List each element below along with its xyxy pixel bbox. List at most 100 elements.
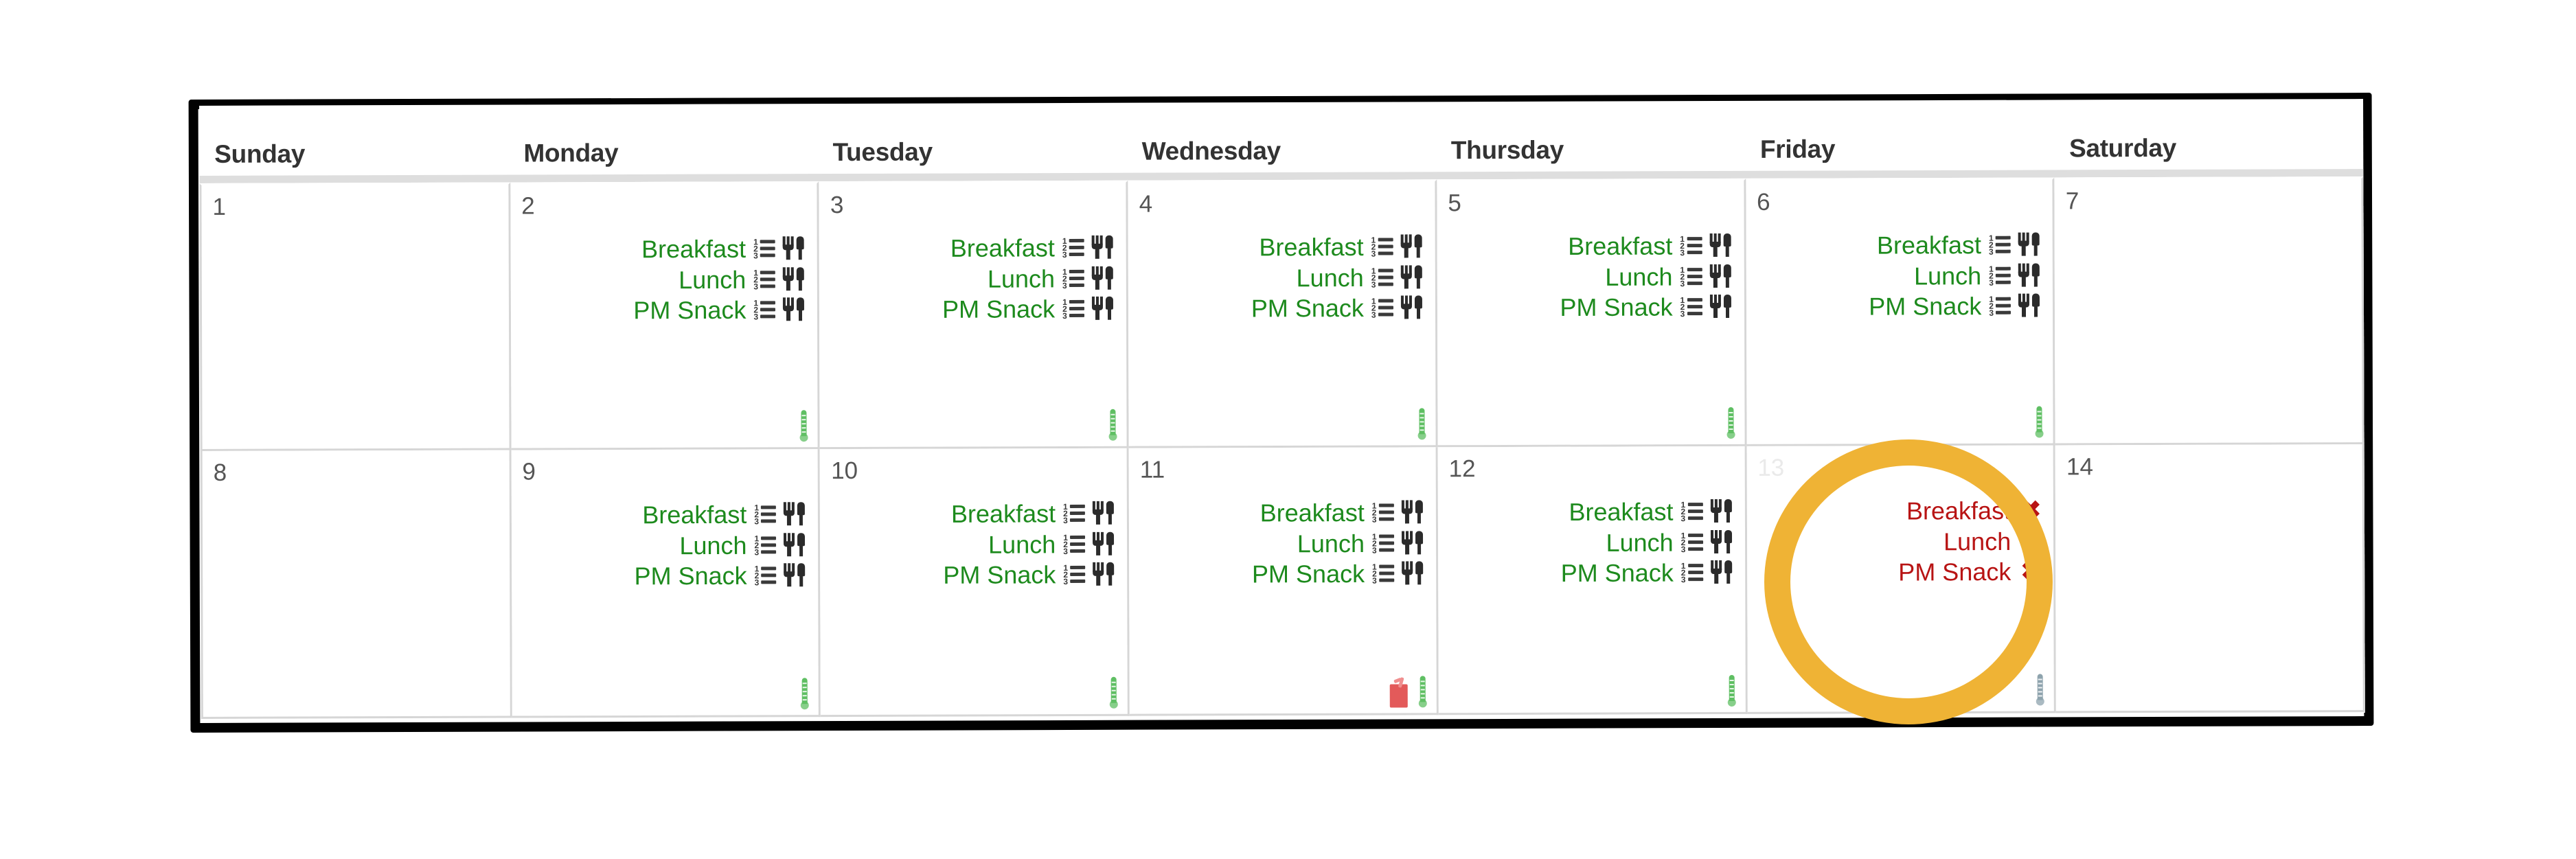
ordered-list-icon[interactable]: 123 [1062, 267, 1085, 290]
meal-entry-breakfast[interactable]: Breakfast 1 2 3 [943, 498, 1115, 529]
meal-entry-breakfast[interactable]: Breakfast 1 2 3 [1251, 231, 1422, 262]
fork-knife-icon[interactable] [1400, 561, 1424, 585]
ordered-list-icon[interactable]: 123 [1681, 531, 1703, 554]
meal-entry-pm-snack[interactable]: PM Snack 1 2 3 [633, 294, 805, 325]
meal-entry-lunch[interactable]: Lunch 1 2 3 [942, 262, 1114, 293]
meal-entry-lunch[interactable]: Lunch 1 2 3 [1869, 260, 2040, 290]
fork-knife-icon[interactable] [1708, 264, 1731, 288]
fork-knife-icon[interactable] [1091, 266, 1114, 290]
thermometer-green-icon[interactable] [799, 410, 810, 442]
fork-knife-icon[interactable] [782, 532, 806, 556]
thermometer-green-icon[interactable] [1108, 409, 1119, 441]
calendar-day-cell-5[interactable]: 5 Breakfast 1 2 3 Lunch 1 2 3 PM Snack 1 2 3 [1437, 178, 1747, 448]
meal-entry-pm-snack[interactable]: PM Snack 1 2 3 [1561, 557, 1733, 588]
meal-entry-breakfast[interactable]: Breakfast ✖ [1898, 495, 2041, 526]
ordered-list-icon[interactable]: 123 [1989, 264, 2011, 287]
meal-entry-lunch[interactable]: Lunch 1 2 3 [633, 264, 805, 295]
calendar-day-cell-2[interactable]: 2 Breakfast 1 2 3 Lunch 1 2 3 PM Snack 1 2 3 [510, 181, 821, 450]
fork-knife-icon[interactable] [1091, 501, 1115, 525]
fork-knife-icon[interactable] [2017, 293, 2040, 317]
fork-knife-icon[interactable] [1400, 500, 1424, 524]
fork-knife-icon[interactable] [1400, 265, 1423, 289]
meal-entry-lunch[interactable]: Lunch 1 2 3 [1251, 262, 1423, 293]
thermometer-green-icon[interactable] [799, 678, 810, 710]
meal-entry-breakfast[interactable]: Breakfast 1 2 3 [942, 232, 1114, 263]
drink-red-icon[interactable] [1389, 677, 1408, 708]
ordered-list-icon[interactable]: 123 [753, 299, 776, 322]
ordered-list-icon[interactable]: 123 [753, 268, 776, 291]
thermometer-grey-icon[interactable] [2035, 674, 2046, 706]
calendar-day-cell-3[interactable]: 3 Breakfast 1 2 3 Lunch 1 2 3 PM Snack 1 2 3 [819, 180, 1129, 450]
meal-entry-pm-snack[interactable]: PM Snack 1 2 3 [1869, 290, 2040, 321]
meal-entry-breakfast[interactable]: Breakfast 1 2 3 [1252, 496, 1424, 527]
thermometer-green-icon[interactable] [1417, 676, 1428, 708]
fork-knife-icon[interactable] [2017, 263, 2040, 287]
ordered-list-icon[interactable]: 123 [1989, 233, 2011, 257]
ordered-list-icon[interactable]: 123 [1062, 297, 1085, 321]
ordered-list-icon[interactable]: 123 [1372, 531, 1394, 555]
calendar-day-cell-1[interactable]: 1 [199, 182, 512, 451]
calendar-day-cell-14[interactable]: 14 [2055, 444, 2365, 713]
ordered-list-icon[interactable]: 123 [1680, 295, 1702, 319]
ordered-list-icon[interactable]: 123 [1063, 563, 1086, 586]
ordered-list-icon[interactable]: 123 [1680, 500, 1703, 523]
ordered-list-icon[interactable]: 123 [1680, 265, 1702, 288]
ordered-list-icon[interactable]: 123 [754, 503, 777, 526]
meal-entry-lunch[interactable]: Lunch 1 2 3 [634, 529, 806, 560]
fork-knife-icon[interactable] [1400, 234, 1423, 258]
calendar-day-cell-8[interactable]: 8 [200, 450, 512, 719]
meal-entry-lunch[interactable]: Lunch 1 2 3 [1560, 261, 1731, 292]
ordered-list-icon[interactable]: 123 [1063, 502, 1086, 525]
meal-entry-pm-snack[interactable]: PM Snack 1 2 3 [1252, 558, 1424, 589]
fork-knife-icon[interactable] [1709, 560, 1733, 584]
ordered-list-icon[interactable]: 123 [1372, 501, 1394, 525]
meal-entry-lunch[interactable]: Lunch 1 2 3 [1252, 527, 1424, 558]
meal-entry-lunch[interactable]: Lunch 1 2 3 [943, 528, 1115, 559]
fork-knife-icon[interactable] [1400, 531, 1424, 555]
meal-entry-breakfast[interactable]: Breakfast 1 2 3 [1560, 496, 1732, 527]
meal-entry-pm-snack[interactable]: PM Snack 1 2 3 [1251, 293, 1423, 323]
fork-knife-icon[interactable] [1708, 233, 1731, 257]
meal-entry-breakfast[interactable]: Breakfast 1 2 3 [1869, 229, 2040, 260]
ordered-list-icon[interactable]: 123 [1062, 236, 1084, 260]
ordered-list-icon[interactable]: 123 [1371, 266, 1393, 289]
fork-knife-icon[interactable] [1709, 499, 1732, 523]
meal-entry-lunch[interactable]: Lunch 1 2 3 [1561, 527, 1733, 558]
fork-knife-icon[interactable] [1091, 562, 1115, 586]
fork-knife-icon[interactable] [1709, 295, 1732, 319]
ordered-list-icon[interactable]: 123 [753, 237, 776, 260]
fork-knife-icon[interactable] [782, 266, 805, 290]
fork-knife-icon[interactable] [1709, 529, 1733, 553]
fork-knife-icon[interactable] [782, 297, 805, 321]
calendar-day-cell-10[interactable]: 10 Breakfast 1 2 3 Lunch 1 2 3 PM Snack 1 2 3 [820, 448, 1130, 718]
fork-knife-icon[interactable] [2017, 232, 2040, 256]
calendar-day-cell-9[interactable]: 9 Breakfast 1 2 3 Lunch 1 2 3 PM Snack 1 2 3 [511, 449, 821, 718]
meal-entry-pm-snack[interactable]: PM Snack 1 2 3 [943, 559, 1115, 590]
meal-entry-breakfast[interactable]: Breakfast 1 2 3 [634, 499, 806, 529]
thermometer-green-icon[interactable] [1726, 674, 1737, 707]
thermometer-green-icon[interactable] [1725, 406, 1736, 439]
ordered-list-icon[interactable]: 123 [1989, 295, 2011, 318]
ordered-list-icon[interactable]: 123 [1681, 561, 1703, 584]
fork-knife-icon[interactable] [783, 563, 806, 587]
fork-knife-icon[interactable] [1400, 295, 1423, 319]
thermometer-green-icon[interactable] [2034, 406, 2045, 438]
meal-entry-pm-snack[interactable]: PM Snack 1 2 3 [635, 560, 806, 591]
fork-knife-icon[interactable] [782, 502, 806, 526]
ordered-list-icon[interactable]: 123 [755, 564, 777, 588]
ordered-list-icon[interactable]: 123 [1371, 297, 1393, 320]
fork-knife-icon[interactable] [782, 236, 805, 260]
ordered-list-icon[interactable]: 123 [1372, 562, 1395, 586]
fork-knife-icon[interactable] [1091, 531, 1115, 556]
ordered-list-icon[interactable]: 123 [754, 534, 777, 557]
calendar-day-cell-4[interactable]: 4 Breakfast 1 2 3 Lunch 1 2 3 PM Snack 1 2 3 [1128, 179, 1438, 448]
meal-entry-breakfast[interactable]: Breakfast 1 2 3 [633, 233, 805, 264]
meal-entry-lunch[interactable]: Lunch ✖ [1898, 525, 2041, 556]
ordered-list-icon[interactable]: 123 [1680, 234, 1702, 257]
meal-entry-pm-snack[interactable]: PM Snack 1 2 3 [942, 293, 1114, 324]
calendar-day-cell-7[interactable]: 7 [2054, 176, 2364, 446]
meal-entry-pm-snack[interactable]: PM Snack 1 2 3 [1560, 291, 1731, 322]
calendar-day-cell-11[interactable]: 11 Breakfast 1 2 3 Lunch 1 2 3 PM Snack 1 2 3 [1128, 447, 1439, 716]
meal-entry-pm-snack[interactable]: PM Snack ✖ [1898, 556, 2041, 587]
fork-knife-icon[interactable] [1091, 297, 1114, 321]
